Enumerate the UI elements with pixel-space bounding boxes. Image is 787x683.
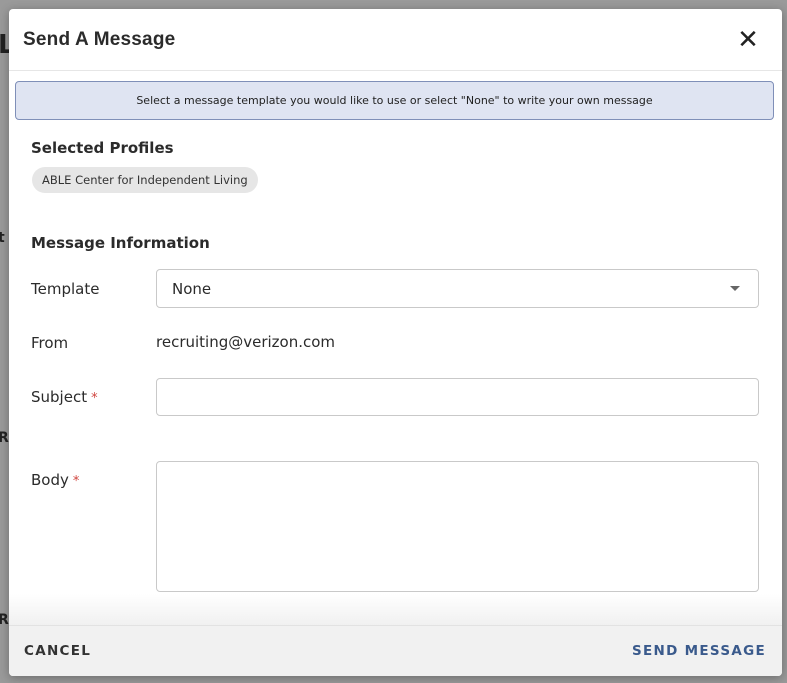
close-button[interactable]: ✕ [728,20,768,60]
dialog-header: Send A Message ✕ [9,9,782,71]
dialog-title: Send A Message [23,28,176,50]
body-label-text: Body [31,471,69,489]
body-textarea[interactable] [156,461,759,592]
template-selected-value: None [172,279,212,298]
subject-input[interactable] [156,378,759,416]
chevron-down-icon [730,286,740,291]
template-select[interactable]: None [156,269,759,308]
info-banner: Select a message template you would like… [15,81,774,120]
body-label: Body * [31,471,79,489]
dialog-footer: CANCEL SEND MESSAGE [9,625,782,676]
send-message-button[interactable]: SEND MESSAGE [632,643,766,659]
subject-label: Subject * [31,388,98,406]
required-indicator: * [91,391,98,406]
cancel-button[interactable]: CANCEL [24,643,91,659]
close-icon: ✕ [737,24,759,55]
background-text-fragment: t [0,230,5,246]
scroll-fade [9,594,782,626]
from-label: From [31,334,69,352]
background-text-fragment: R [0,612,9,628]
banner-text: Select a message template you would like… [136,94,653,107]
selected-profiles-heading: Selected Profiles [31,139,174,157]
message-information-heading: Message Information [31,234,210,252]
send-message-dialog: Send A Message ✕ Select a message templa… [9,9,782,676]
subject-label-text: Subject [31,388,88,406]
profile-chip: ABLE Center for Independent Living [32,167,258,193]
from-value: recruiting@verizon.com [156,333,336,351]
required-indicator: * [72,474,80,489]
background-text-fragment: R [0,430,9,446]
template-label: Template [31,280,100,298]
